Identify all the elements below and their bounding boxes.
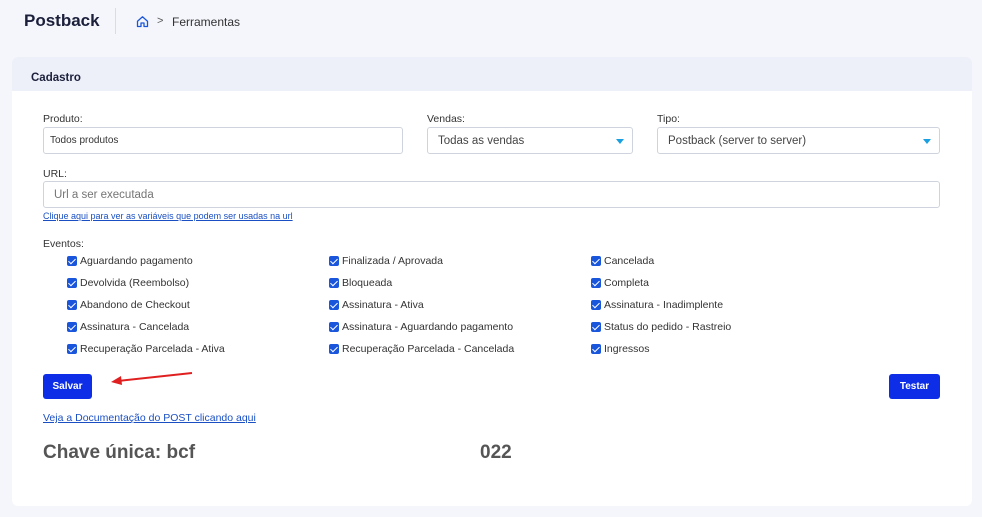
documentation-link[interactable]: Veja a Documentação do POST clicando aqu… (43, 412, 256, 424)
checkbox-checked-icon[interactable] (67, 344, 77, 354)
event-checkbox[interactable]: Recuperação Parcelada - Ativa (67, 342, 225, 356)
event-label: Devolvida (Reembolso) (80, 277, 190, 289)
event-label: Assinatura - Ativa (342, 299, 424, 311)
tipo-select[interactable]: Postback (server to server) (657, 127, 940, 154)
eventos-label: Eventos: (43, 238, 84, 250)
produto-value: Todos produtos (50, 135, 119, 146)
checkbox-checked-icon[interactable] (67, 256, 77, 266)
checkbox-checked-icon[interactable] (329, 278, 339, 288)
annotation-arrow-icon (111, 372, 193, 385)
test-button[interactable]: Testar (889, 374, 940, 399)
checkbox-checked-icon[interactable] (329, 300, 339, 310)
url-label: URL: (43, 168, 67, 180)
vendas-label: Vendas: (427, 113, 465, 125)
breadcrumb-current: Ferramentas (172, 15, 241, 29)
event-label: Cancelada (604, 255, 655, 267)
event-label: Assinatura - Cancelada (80, 321, 190, 333)
event-label: Bloqueada (342, 277, 393, 289)
url-input[interactable] (43, 181, 940, 208)
event-checkbox[interactable]: Cancelada (591, 254, 654, 268)
event-checkbox[interactable]: Recuperação Parcelada - Cancelada (329, 342, 514, 356)
event-label: Aguardando pagamento (80, 255, 193, 267)
unique-key-suffix: 022 (480, 442, 512, 463)
checkbox-checked-icon[interactable] (67, 300, 77, 310)
event-label: Status do pedido - Rastreio (604, 321, 732, 333)
breadcrumb-separator: > (157, 15, 164, 27)
checkbox-checked-icon[interactable] (329, 344, 339, 354)
vendas-value: Todas as vendas (438, 134, 525, 147)
checkbox-checked-icon[interactable] (67, 322, 77, 332)
checkbox-checked-icon[interactable] (591, 278, 601, 288)
event-checkbox[interactable]: Finalizada / Aprovada (329, 254, 443, 268)
event-label: Recuperação Parcelada - Ativa (80, 343, 225, 355)
variables-link[interactable]: Clique aqui para ver as variáveis que po… (43, 211, 293, 221)
event-label: Completa (604, 277, 649, 289)
event-checkbox[interactable]: Abandono de Checkout (67, 298, 190, 312)
event-checkbox[interactable]: Assinatura - Inadimplente (591, 298, 723, 312)
event-checkbox[interactable]: Bloqueada (329, 276, 392, 290)
event-checkbox[interactable]: Completa (591, 276, 649, 290)
event-checkbox[interactable]: Assinatura - Cancelada (67, 320, 189, 334)
tipo-label: Tipo: (657, 113, 680, 125)
home-icon[interactable] (136, 15, 149, 28)
checkbox-checked-icon[interactable] (591, 256, 601, 266)
event-checkbox[interactable]: Assinatura - Aguardando pagamento (329, 320, 513, 334)
event-label: Finalizada / Aprovada (342, 255, 443, 267)
event-label: Abandono de Checkout (80, 299, 190, 311)
save-button[interactable]: Salvar (43, 374, 92, 399)
chevron-down-icon (923, 139, 931, 144)
chevron-down-icon (616, 139, 624, 144)
event-label: Assinatura - Aguardando pagamento (342, 321, 514, 333)
unique-key-label: Chave única: bcf (43, 442, 196, 463)
card-header: Cadastro (12, 57, 972, 91)
event-checkbox[interactable]: Aguardando pagamento (67, 254, 193, 268)
header-divider (115, 8, 116, 34)
event-checkbox[interactable]: Status do pedido - Rastreio (591, 320, 731, 334)
produto-field[interactable]: Todos produtos (43, 127, 403, 154)
vendas-select[interactable]: Todas as vendas (427, 127, 633, 154)
checkbox-checked-icon[interactable] (591, 344, 601, 354)
event-checkbox[interactable]: Ingressos (591, 342, 650, 356)
card-title: Cadastro (31, 72, 81, 84)
event-label: Assinatura - Inadimplente (604, 299, 724, 311)
page-title: Postback (24, 11, 100, 30)
top-bar: Postback > Ferramentas (0, 0, 982, 46)
produto-label: Produto: (43, 113, 83, 125)
tipo-value: Postback (server to server) (668, 134, 807, 147)
checkbox-checked-icon[interactable] (329, 322, 339, 332)
checkbox-checked-icon[interactable] (67, 278, 77, 288)
event-label: Ingressos (604, 343, 650, 355)
checkbox-checked-icon[interactable] (329, 256, 339, 266)
event-checkbox[interactable]: Assinatura - Ativa (329, 298, 424, 312)
checkbox-checked-icon[interactable] (591, 300, 601, 310)
event-checkbox[interactable]: Devolvida (Reembolso) (67, 276, 189, 290)
event-label: Recuperação Parcelada - Cancelada (342, 343, 515, 355)
checkbox-checked-icon[interactable] (591, 322, 601, 332)
